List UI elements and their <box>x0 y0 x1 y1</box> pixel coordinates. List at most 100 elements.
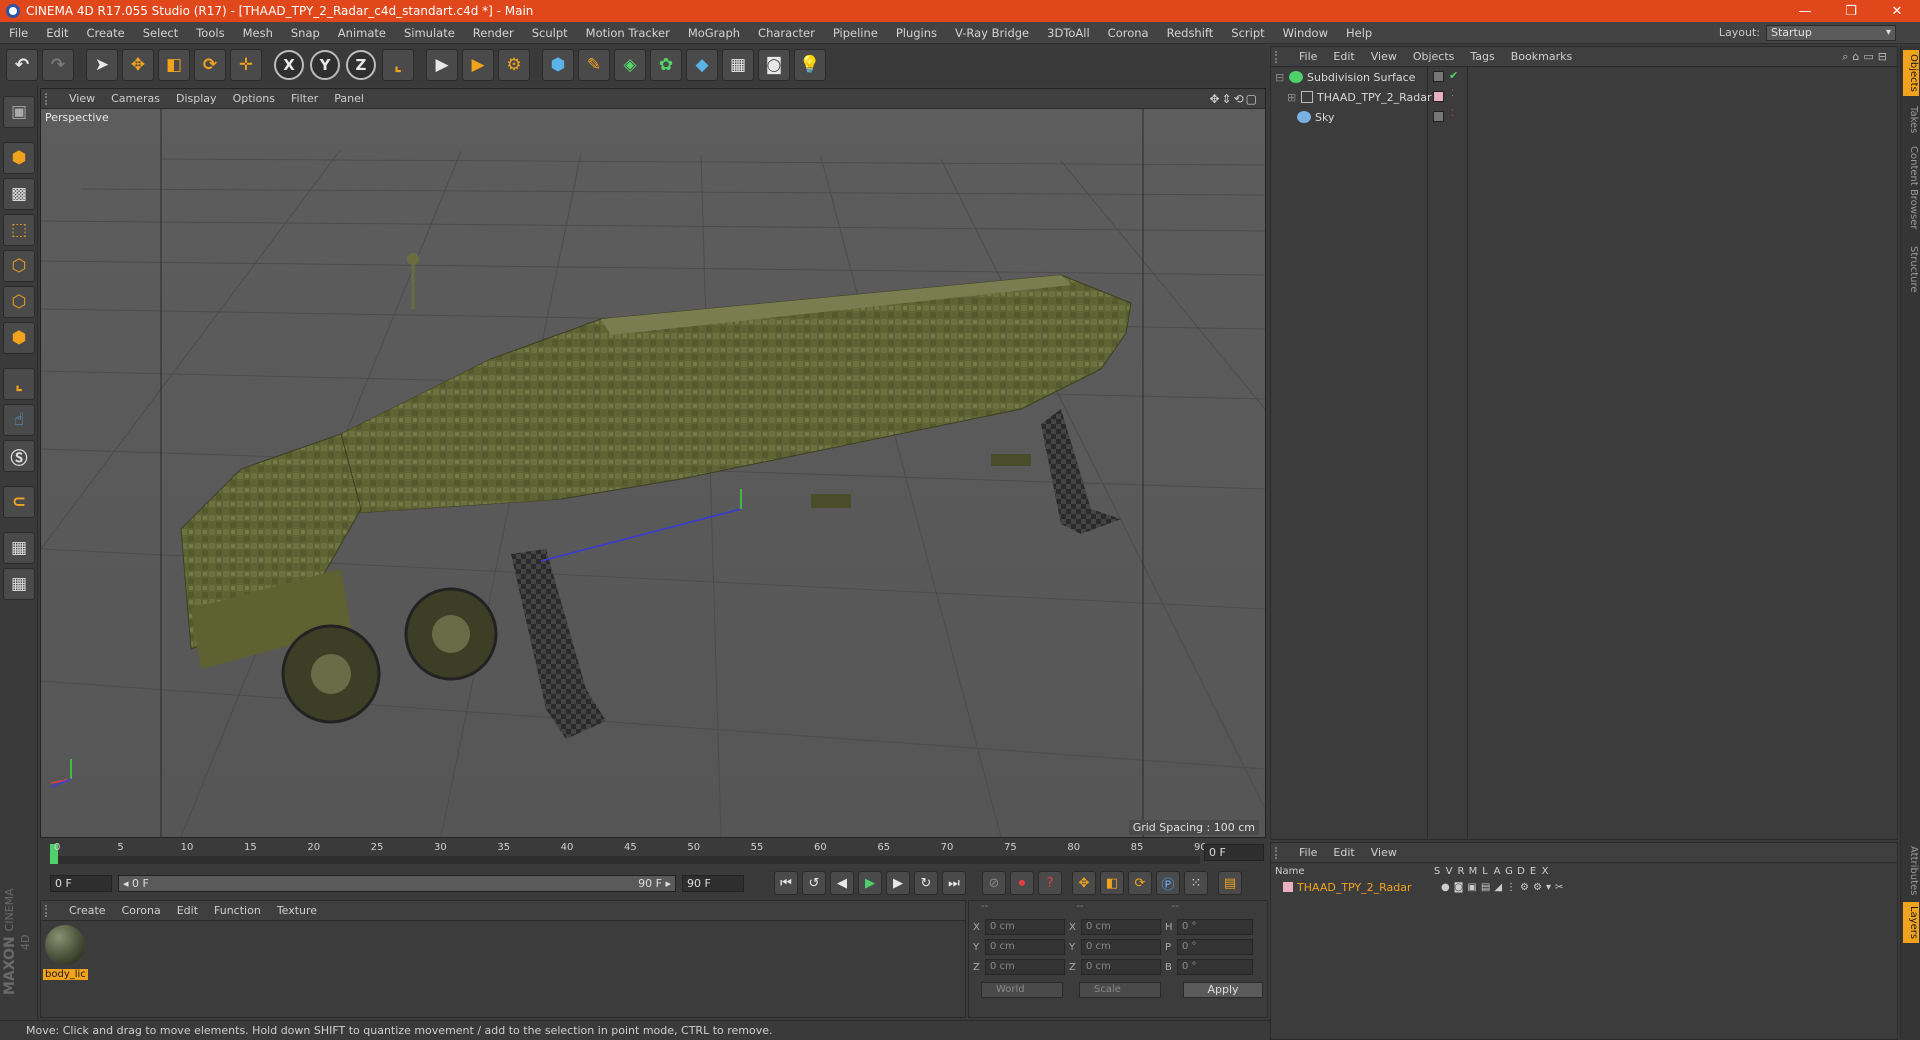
key-rotation-icon[interactable]: ⟳ <box>1128 871 1152 895</box>
layout-dropdown[interactable]: Startup <box>1766 24 1896 41</box>
menu-motion-tracker[interactable]: Motion Tracker <box>577 26 679 40</box>
axis-mode-icon[interactable]: ⌞ <box>3 368 35 400</box>
coordinate-mode-dropdown[interactable]: Scale <box>1079 982 1161 998</box>
tab-takes[interactable]: Takes <box>1903 102 1919 137</box>
edges-mode-icon[interactable]: ⬡ <box>3 286 35 318</box>
light-icon[interactable]: 💡 <box>794 49 826 81</box>
layer-toggle-icons[interactable]: ●◙▣▤◢⋮⚙⚙▾✂ <box>1441 882 1567 893</box>
go-to-end-icon[interactable]: ⏭ <box>942 871 966 895</box>
floor-icon[interactable]: ▦ <box>722 49 754 81</box>
tab-structure[interactable]: Structure <box>1903 242 1919 297</box>
viewport-nav-icons[interactable]: ✥⇕⟲▢ <box>1209 92 1265 106</box>
position-y-field[interactable]: 0 cm <box>985 939 1065 955</box>
viewport-menu-display[interactable]: Display <box>168 92 225 105</box>
autokey-icon[interactable]: ? <box>1038 871 1062 895</box>
key-pla-icon[interactable]: ⁙ <box>1184 871 1208 895</box>
rotation-p-field[interactable]: 0 ° <box>1177 939 1253 955</box>
tweak-mode-icon[interactable]: ☝ <box>3 404 35 436</box>
object-menu-bookmarks[interactable]: Bookmarks <box>1503 50 1580 63</box>
current-frame-field[interactable]: 0 F <box>1204 844 1264 861</box>
panel-grip[interactable] <box>1275 50 1285 63</box>
menu-select[interactable]: Select <box>134 26 187 40</box>
cube-primitive-icon[interactable]: ⬢ <box>542 49 574 81</box>
workplane-icon[interactable]: ⬚ <box>3 214 35 246</box>
expand-icon[interactable]: ⊞ <box>1287 91 1297 104</box>
next-key-icon[interactable]: ↻ <box>914 871 938 895</box>
play-icon[interactable]: ▶ <box>858 871 882 895</box>
menu-script[interactable]: Script <box>1222 26 1273 40</box>
size-z-field[interactable]: 0 cm <box>1081 959 1161 975</box>
material-name-label[interactable]: body_lic <box>43 969 88 980</box>
y-axis-lock-button[interactable]: Y <box>310 50 340 80</box>
coordinate-space-dropdown[interactable]: World <box>981 982 1063 998</box>
undo-icon[interactable]: ↶ <box>6 49 38 81</box>
snapping-icon[interactable]: ⊂ <box>3 486 35 518</box>
menu-mograph[interactable]: MoGraph <box>679 26 749 40</box>
material-menu-edit[interactable]: Edit <box>169 904 206 917</box>
menu-file[interactable]: File <box>0 26 37 40</box>
menu-plugins[interactable]: Plugins <box>887 26 946 40</box>
object-menu-objects[interactable]: Objects <box>1405 50 1463 63</box>
start-frame-field[interactable]: 0 F <box>50 874 112 892</box>
menu-corona[interactable]: Corona <box>1099 26 1158 40</box>
menu-redshift[interactable]: Redshift <box>1158 26 1223 40</box>
minimize-button[interactable]: — <box>1782 4 1828 19</box>
object-row-sky[interactable]: Sky ⁚ <box>1271 107 1897 127</box>
go-to-start-icon[interactable]: ⏮ <box>774 871 798 895</box>
tab-content-browser[interactable]: Content Browser <box>1903 142 1919 233</box>
layer-menu-view[interactable]: View <box>1363 846 1405 859</box>
viewport-menu-view[interactable]: View <box>61 92 103 105</box>
material-menu-texture[interactable]: Texture <box>269 904 325 917</box>
points-mode-icon[interactable]: ⬡ <box>3 250 35 282</box>
rotation-b-field[interactable]: 0 ° <box>1177 959 1253 975</box>
menu-animate[interactable]: Animate <box>329 26 395 40</box>
menu-edit[interactable]: Edit <box>37 26 77 40</box>
menu-help[interactable]: Help <box>1337 26 1381 40</box>
layer-color-tag[interactable] <box>1433 91 1444 102</box>
object-row-subdivision[interactable]: ⊟ Subdivision Surface ✔ <box>1271 67 1897 87</box>
cloner-icon[interactable]: ✿ <box>650 49 682 81</box>
viewport-perspective[interactable]: View Cameras Display Options Filter Pane… <box>40 88 1266 838</box>
close-button[interactable]: ✕ <box>1874 4 1920 19</box>
layer-row[interactable]: THAAD_TPY_2_Radar ●◙▣▤◢⋮⚙⚙▾✂ <box>1271 879 1897 895</box>
position-x-field[interactable]: 0 cm <box>985 919 1065 935</box>
object-manager-search-icon[interactable]: ⌕⌂▭⊟ <box>1842 50 1897 64</box>
panel-grip[interactable] <box>45 92 55 105</box>
viewport-menu-panel[interactable]: Panel <box>326 92 372 105</box>
scale-tool-icon[interactable]: ◧ <box>158 49 190 81</box>
panel-grip[interactable] <box>45 904 55 917</box>
visibility-dots-icon[interactable]: ⁚ <box>1451 109 1454 119</box>
menu-character[interactable]: Character <box>749 26 824 40</box>
object-menu-edit[interactable]: Edit <box>1325 50 1362 63</box>
viewport-canvas[interactable] <box>41 109 1265 837</box>
tab-objects[interactable]: Objects <box>1903 50 1919 96</box>
collapse-icon[interactable]: ⊟ <box>1275 71 1285 84</box>
select-arrow-icon[interactable]: ➤ <box>86 49 118 81</box>
texture-mode-icon[interactable]: ▩ <box>3 178 35 210</box>
move-tool-icon[interactable]: ✥ <box>122 49 154 81</box>
layer-color-swatch[interactable] <box>1283 882 1293 892</box>
viewport-menu-filter[interactable]: Filter <box>283 92 326 105</box>
menu-3dtoall[interactable]: 3DToAll <box>1038 26 1099 40</box>
spline-pen-icon[interactable]: ✎ <box>578 49 610 81</box>
timeline-window-icon[interactable]: ▤ <box>1218 871 1242 895</box>
timeline-ruler[interactable]: 0 5 10 15 20 25 30 35 40 45 50 55 60 65 70 75 80 85 90 0 F <box>40 840 1268 866</box>
menu-vray-bridge[interactable]: V-Ray Bridge <box>946 26 1038 40</box>
apply-button[interactable]: Apply <box>1183 982 1263 998</box>
panel-grip[interactable] <box>1275 846 1285 859</box>
material-menu-create[interactable]: Create <box>61 904 114 917</box>
menu-create[interactable]: Create <box>78 26 134 40</box>
object-menu-tags[interactable]: Tags <box>1462 50 1502 63</box>
menu-tools[interactable]: Tools <box>187 26 233 40</box>
tab-layers[interactable]: Layers <box>1903 902 1919 944</box>
z-axis-lock-button[interactable]: Z <box>346 50 376 80</box>
position-z-field[interactable]: 0 cm <box>985 959 1065 975</box>
subdivision-surface-icon[interactable]: ◈ <box>614 49 646 81</box>
deformer-icon[interactable]: ◆ <box>686 49 718 81</box>
visibility-dots-icon[interactable]: ⁚ <box>1451 89 1454 99</box>
material-menu-corona[interactable]: Corona <box>114 904 169 917</box>
menu-mesh[interactable]: Mesh <box>234 26 282 40</box>
material-menu-function[interactable]: Function <box>206 904 269 917</box>
polygons-mode-icon[interactable]: ⬢ <box>3 322 35 354</box>
record-disabled-icon[interactable]: ⊘ <box>982 871 1006 895</box>
